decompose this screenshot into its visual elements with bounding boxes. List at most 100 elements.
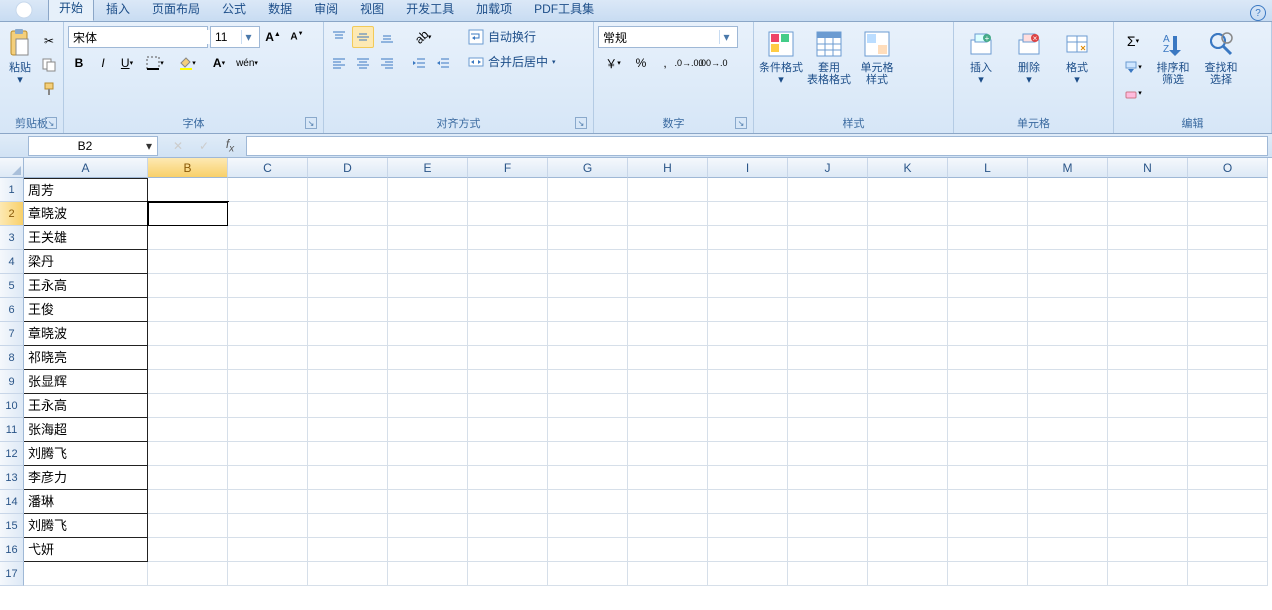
cell-D15[interactable] — [308, 514, 388, 538]
cell-O6[interactable] — [1188, 298, 1268, 322]
cell-E10[interactable] — [388, 394, 468, 418]
cell-I8[interactable] — [708, 346, 788, 370]
insert-cells-button[interactable]: + 插入▾ — [958, 26, 1004, 115]
tab-developer[interactable]: 开发工具 — [396, 0, 464, 21]
cell-E2[interactable] — [388, 202, 468, 226]
cell-I17[interactable] — [708, 562, 788, 586]
cell-O9[interactable] — [1188, 370, 1268, 394]
cell-K17[interactable] — [868, 562, 948, 586]
delete-cells-button[interactable]: × 删除▾ — [1006, 26, 1052, 115]
column-header-A[interactable]: A — [24, 158, 148, 178]
cell-L13[interactable] — [948, 466, 1028, 490]
column-header-E[interactable]: E — [388, 158, 468, 178]
cell-N11[interactable] — [1108, 418, 1188, 442]
cell-A3[interactable]: 王关雄 — [24, 226, 148, 250]
cell-C14[interactable] — [228, 490, 308, 514]
cell-I3[interactable] — [708, 226, 788, 250]
cell-K7[interactable] — [868, 322, 948, 346]
cell-A9[interactable]: 张显辉 — [24, 370, 148, 394]
formula-input[interactable] — [246, 136, 1268, 156]
cell-D16[interactable] — [308, 538, 388, 562]
tab-addins[interactable]: 加载项 — [466, 0, 522, 21]
cell-J17[interactable] — [788, 562, 868, 586]
cell-O15[interactable] — [1188, 514, 1268, 538]
cell-B17[interactable] — [148, 562, 228, 586]
align-bottom-button[interactable] — [376, 26, 398, 48]
cell-J13[interactable] — [788, 466, 868, 490]
cell-D12[interactable] — [308, 442, 388, 466]
column-header-O[interactable]: O — [1188, 158, 1268, 178]
cell-C8[interactable] — [228, 346, 308, 370]
copy-button[interactable] — [38, 54, 60, 76]
row-header-14[interactable]: 14 — [0, 490, 24, 514]
cell-G4[interactable] — [548, 250, 628, 274]
cell-B6[interactable] — [148, 298, 228, 322]
cell-G8[interactable] — [548, 346, 628, 370]
cell-G16[interactable] — [548, 538, 628, 562]
cell-L10[interactable] — [948, 394, 1028, 418]
cell-J8[interactable] — [788, 346, 868, 370]
cell-E8[interactable] — [388, 346, 468, 370]
cell-D14[interactable] — [308, 490, 388, 514]
cell-M14[interactable] — [1028, 490, 1108, 514]
cell-J6[interactable] — [788, 298, 868, 322]
merge-center-button[interactable]: 合并后居中 ▾ — [462, 51, 562, 72]
format-painter-button[interactable] — [38, 78, 60, 100]
cell-O12[interactable] — [1188, 442, 1268, 466]
cell-A6[interactable]: 王俊 — [24, 298, 148, 322]
cell-E6[interactable] — [388, 298, 468, 322]
align-right-button[interactable] — [376, 52, 398, 74]
cell-F3[interactable] — [468, 226, 548, 250]
cell-N17[interactable] — [1108, 562, 1188, 586]
cell-J4[interactable] — [788, 250, 868, 274]
cell-B7[interactable] — [148, 322, 228, 346]
column-header-M[interactable]: M — [1028, 158, 1108, 178]
cell-L2[interactable] — [948, 202, 1028, 226]
cell-N13[interactable] — [1108, 466, 1188, 490]
cell-M12[interactable] — [1028, 442, 1108, 466]
cell-L6[interactable] — [948, 298, 1028, 322]
cell-M3[interactable] — [1028, 226, 1108, 250]
cell-C7[interactable] — [228, 322, 308, 346]
cell-A12[interactable]: 刘腾飞 — [24, 442, 148, 466]
cell-D9[interactable] — [308, 370, 388, 394]
font-launcher[interactable]: ↘ — [305, 117, 317, 129]
cell-M11[interactable] — [1028, 418, 1108, 442]
cell-E1[interactable] — [388, 178, 468, 202]
cell-B5[interactable] — [148, 274, 228, 298]
format-cells-button[interactable]: 格式▾ — [1054, 26, 1100, 115]
cell-I1[interactable] — [708, 178, 788, 202]
cell-F13[interactable] — [468, 466, 548, 490]
conditional-format-button[interactable]: 条件格式▾ — [758, 26, 804, 115]
cell-O4[interactable] — [1188, 250, 1268, 274]
font-name-combo[interactable]: ▾ — [68, 26, 208, 48]
cell-H2[interactable] — [628, 202, 708, 226]
cell-N10[interactable] — [1108, 394, 1188, 418]
cell-A16[interactable]: 弋妍 — [24, 538, 148, 562]
cell-J11[interactable] — [788, 418, 868, 442]
clear-button[interactable]: ▾ — [1118, 82, 1148, 104]
cell-B13[interactable] — [148, 466, 228, 490]
column-header-B[interactable]: B — [148, 158, 228, 178]
cell-B2[interactable] — [148, 202, 228, 226]
cell-I9[interactable] — [708, 370, 788, 394]
cell-C12[interactable] — [228, 442, 308, 466]
number-format-dropdown[interactable]: ▾ — [719, 30, 733, 44]
cell-A2[interactable]: 章晓波 — [24, 202, 148, 226]
cell-A11[interactable]: 张海超 — [24, 418, 148, 442]
cell-B1[interactable] — [148, 178, 228, 202]
cell-J7[interactable] — [788, 322, 868, 346]
sort-filter-button[interactable]: AZ 排序和 筛选 — [1150, 26, 1196, 115]
cell-I4[interactable] — [708, 250, 788, 274]
cell-G17[interactable] — [548, 562, 628, 586]
name-box[interactable]: B2 ▾ — [28, 136, 158, 156]
cell-O8[interactable] — [1188, 346, 1268, 370]
alignment-launcher[interactable]: ↘ — [575, 117, 587, 129]
cell-E15[interactable] — [388, 514, 468, 538]
align-center-button[interactable] — [352, 52, 374, 74]
cell-K2[interactable] — [868, 202, 948, 226]
font-name-input[interactable] — [69, 30, 232, 44]
cell-D7[interactable] — [308, 322, 388, 346]
cell-K10[interactable] — [868, 394, 948, 418]
cell-J12[interactable] — [788, 442, 868, 466]
